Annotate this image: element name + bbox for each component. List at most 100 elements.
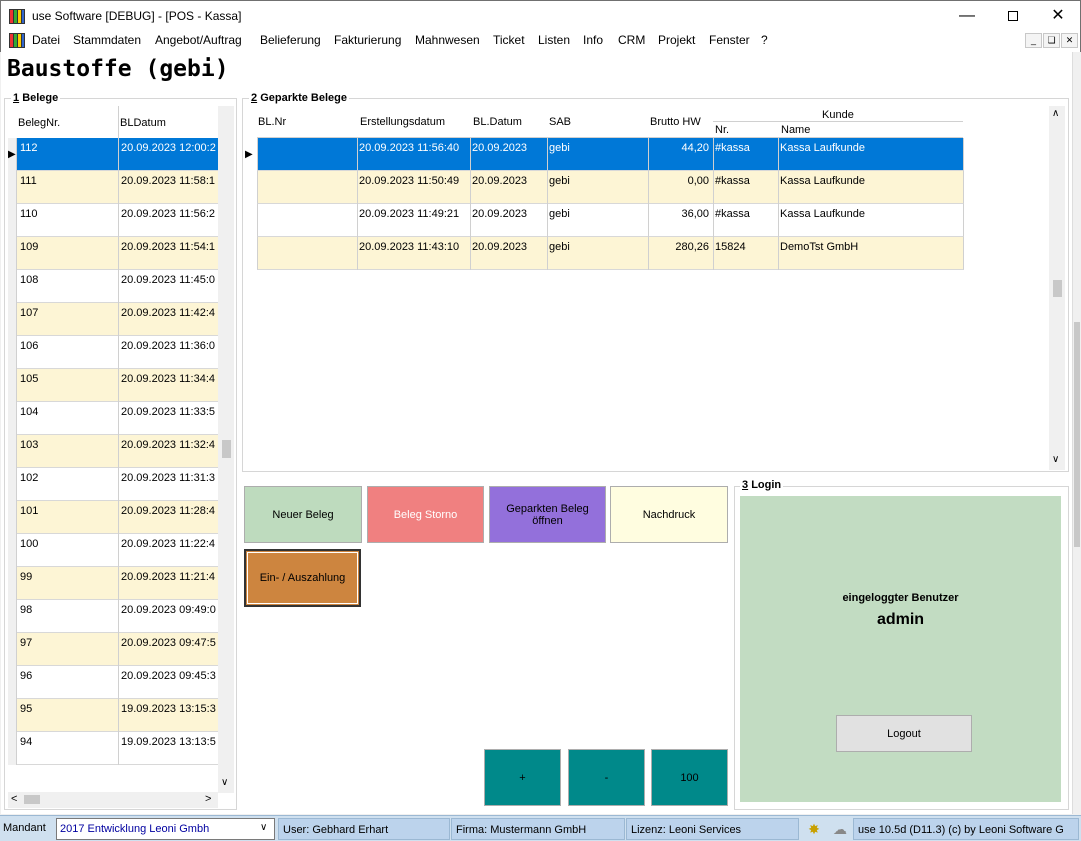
row-header[interactable] [8, 501, 17, 534]
column-header-bldatum[interactable]: BLDatum [120, 117, 166, 129]
row-header[interactable] [245, 204, 257, 237]
nachdruck-button[interactable]: Nachdruck [610, 486, 728, 543]
table-row[interactable]: 107 20.09.2023 11:42:4 [8, 303, 218, 336]
menu-datei[interactable]: Datei [32, 33, 60, 47]
scroll-down-icon[interactable]: ∨ [1052, 454, 1059, 465]
table-row[interactable]: 109 20.09.2023 11:54:1 [8, 237, 218, 270]
belege-vscroll-thumb[interactable] [222, 440, 231, 458]
table-row[interactable]: 94 19.09.2023 13:13:5 [8, 732, 218, 765]
row-header[interactable] [8, 402, 17, 435]
row-header[interactable] [8, 534, 17, 567]
table-row[interactable]: 99 20.09.2023 11:21:4 [8, 567, 218, 600]
geparkte-vscrollbar[interactable]: ∧ ∨ [1049, 106, 1065, 470]
mdi-close-button[interactable]: ✕ [1061, 33, 1078, 48]
column-header-kunde-name[interactable]: Name [781, 124, 810, 136]
geparkte-vscroll-thumb[interactable] [1053, 280, 1062, 297]
row-header[interactable] [8, 336, 17, 369]
table-row[interactable]: ▶ 112 20.09.2023 12:00:2 [8, 138, 218, 171]
geparkten-beleg-oeffnen-button[interactable]: Geparkten Beleg öffnen [489, 486, 606, 543]
column-header-brutto-hw[interactable]: Brutto HW [650, 116, 701, 128]
row-header[interactable] [8, 633, 17, 666]
menu-fakturierung[interactable]: Fakturierung [334, 33, 401, 47]
menu-stammdaten[interactable]: Stammdaten [73, 33, 141, 47]
minimize-button[interactable]: — [944, 1, 990, 31]
chevron-down-icon[interactable]: ∨ [260, 822, 267, 833]
mdi-minimize-button[interactable]: _ [1025, 33, 1042, 48]
table-row[interactable]: 97 20.09.2023 09:47:5 [8, 633, 218, 666]
maximize-button[interactable] [990, 1, 1036, 31]
table-row[interactable]: ▶ 20.09.2023 11:56:40 20.09.2023 gebi 44,20 #… [245, 138, 964, 171]
menu-angebot-auftrag[interactable]: Angebot/Auftrag [155, 33, 242, 47]
row-header[interactable] [8, 567, 17, 600]
table-row[interactable]: 104 20.09.2023 11:33:5 [8, 402, 218, 435]
row-header[interactable] [8, 303, 17, 336]
table-row[interactable]: 20.09.2023 11:43:10 20.09.2023 gebi 280,26 1… [245, 237, 964, 270]
row-header[interactable] [8, 171, 17, 204]
ein-auszahlung-button[interactable]: Ein- / Auszahlung [244, 549, 361, 607]
neuer-beleg-button[interactable]: Neuer Beleg [244, 486, 362, 543]
outer-scrollbar-thumb[interactable] [1074, 322, 1080, 547]
mdi-restore-button[interactable]: ❏ [1043, 33, 1060, 48]
belege-grid[interactable]: BelegNr. BLDatum ▶ 112 20.09.2023 12:00:2 1… [8, 106, 234, 808]
outer-scrollbar[interactable] [1072, 52, 1081, 814]
column-header-kunde-nr[interactable]: Nr. [715, 124, 729, 136]
row-header[interactable] [245, 237, 257, 270]
table-row[interactable]: 20.09.2023 11:49:21 20.09.2023 gebi 36,00 #k… [245, 204, 964, 237]
beleg-storno-button[interactable]: Beleg Storno [367, 486, 484, 543]
table-row[interactable]: 101 20.09.2023 11:28:4 [8, 501, 218, 534]
row-header[interactable] [8, 435, 17, 468]
table-row[interactable]: 96 20.09.2023 09:45:3 [8, 666, 218, 699]
menu-mahnwesen[interactable]: Mahnwesen [415, 33, 480, 47]
table-row[interactable]: 98 20.09.2023 09:49:0 [8, 600, 218, 633]
table-row[interactable]: 111 20.09.2023 11:58:1 [8, 171, 218, 204]
scroll-right-icon[interactable]: > [205, 793, 211, 805]
hundred-button[interactable]: 100 [651, 749, 728, 806]
column-header-erstellungsdatum[interactable]: Erstellungsdatum [360, 116, 445, 128]
menu-belieferung[interactable]: Belieferung [260, 33, 321, 47]
menu-ticket[interactable]: Ticket [493, 33, 525, 47]
menu-crm[interactable]: CRM [618, 33, 645, 47]
table-row[interactable]: 105 20.09.2023 11:34:4 [8, 369, 218, 402]
row-header[interactable] [8, 369, 17, 402]
scroll-up-icon[interactable]: ∧ [1052, 108, 1059, 119]
row-header[interactable] [8, 732, 17, 765]
mandant-select[interactable]: 2017 Entwicklung Leoni Gmbh ∨ [56, 818, 275, 840]
column-header-belegnr[interactable]: BelegNr. [18, 117, 60, 129]
sync-icon[interactable]: ☁ [829, 818, 851, 840]
table-row[interactable]: 100 20.09.2023 11:22:4 [8, 534, 218, 567]
table-row[interactable]: 106 20.09.2023 11:36:0 [8, 336, 218, 369]
row-indicator-icon[interactable]: ▶ [245, 138, 257, 171]
plus-button[interactable]: + [484, 749, 561, 806]
menu-fenster[interactable]: Fenster [709, 33, 750, 47]
column-header-sab[interactable]: SAB [549, 116, 571, 128]
table-row[interactable]: 102 20.09.2023 11:31:3 [8, 468, 218, 501]
row-header[interactable] [8, 204, 17, 237]
geparkte-grid[interactable]: BL.Nr Erstellungsdatum BL.Datum SAB Brut… [245, 106, 1067, 470]
menu-listen[interactable]: Listen [538, 33, 570, 47]
table-row[interactable]: 103 20.09.2023 11:32:4 [8, 435, 218, 468]
menu-projekt[interactable]: Projekt [658, 33, 695, 47]
row-header[interactable] [245, 171, 257, 204]
table-row[interactable]: 20.09.2023 11:50:49 20.09.2023 gebi 0,00 #ka… [245, 171, 964, 204]
scroll-down-icon[interactable]: ∨ [221, 777, 228, 788]
menu-info[interactable]: Info [583, 33, 603, 47]
row-header[interactable] [8, 600, 17, 633]
row-header[interactable] [8, 666, 17, 699]
table-row[interactable]: 108 20.09.2023 11:45:0 [8, 270, 218, 303]
alert-icon[interactable]: ✸ [803, 818, 825, 840]
scroll-left-icon[interactable]: < [11, 793, 17, 805]
belege-hscrollbar[interactable]: < > [8, 792, 218, 808]
row-indicator-icon[interactable]: ▶ [8, 138, 17, 171]
column-header-bl-datum[interactable]: BL.Datum [473, 116, 522, 128]
belege-vscrollbar[interactable]: ∨ [218, 106, 234, 793]
menu-help[interactable]: ? [761, 33, 768, 47]
logout-button[interactable]: Logout [836, 715, 972, 752]
row-header[interactable] [8, 237, 17, 270]
table-row[interactable]: 95 19.09.2023 13:15:3 [8, 699, 218, 732]
table-row[interactable]: 110 20.09.2023 11:56:2 [8, 204, 218, 237]
minus-button[interactable]: - [568, 749, 645, 806]
close-button[interactable]: ✕ [1035, 1, 1081, 31]
row-header[interactable] [8, 270, 17, 303]
belege-hscroll-thumb[interactable] [24, 795, 40, 804]
column-header-bl-nr[interactable]: BL.Nr [258, 116, 286, 128]
